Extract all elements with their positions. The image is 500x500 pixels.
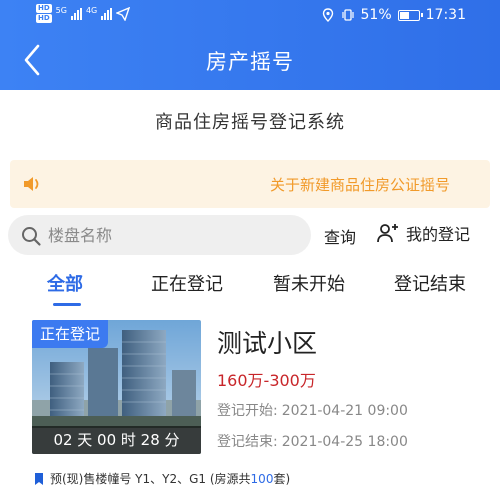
status-bar-right: 51% 17:31: [321, 7, 466, 23]
tab-not-started[interactable]: 暂未开始: [273, 270, 345, 296]
status-tabs: 全部 正在登记 暂未开始 登记结束: [0, 266, 500, 306]
query-button[interactable]: 查询: [324, 224, 356, 248]
tab-all[interactable]: 全部: [47, 270, 83, 296]
registration-end-row: 登记结束: 2021-04-25 18:00: [217, 431, 408, 451]
page-title: 房产摇号: [206, 50, 294, 74]
active-tab-indicator: [53, 303, 81, 306]
status-badge: 正在登记: [32, 320, 109, 348]
system-title: 商品住房摇号登记系统: [155, 112, 345, 133]
search-input[interactable]: [48, 223, 298, 247]
search-icon: [22, 227, 41, 246]
signal-icon: [101, 8, 113, 20]
registration-start-row: 登记开始: 2021-04-21 09:00: [217, 400, 408, 420]
battery-percent: 51%: [360, 7, 392, 23]
hd-badge: HD: [36, 14, 52, 23]
units-suffix: 套): [273, 472, 291, 486]
countdown-timer: 02 天 00 时 28 分: [32, 426, 201, 454]
send-icon: [116, 7, 131, 21]
battery-fill: [399, 11, 409, 19]
registration-start-value: 2021-04-21 09:00: [281, 403, 408, 419]
property-price: 160万-300万: [217, 371, 316, 390]
signal-icon: [70, 8, 82, 20]
notice-text[interactable]: 关于新建商品住房公证摇号: [270, 174, 450, 195]
my-registration-button[interactable]: 我的登记: [376, 221, 470, 245]
units-count: 100: [250, 472, 274, 486]
app-header: HD HD 5G 4G 51% 17:31 房产摇号: [0, 0, 500, 90]
my-registration-label: 我的登记: [406, 225, 471, 244]
clock: 17:31: [425, 7, 466, 23]
property-name[interactable]: 测试小区: [217, 324, 317, 360]
notice-bar[interactable]: 关于新建商品住房公证摇号: [10, 160, 490, 208]
listing-thumbnail[interactable]: 正在登记 02 天 00 时 28 分: [32, 320, 201, 454]
buildings-prefix: 预(现)售楼幢号 Y1、Y2、G1 (房源共: [50, 472, 251, 486]
tab-registering[interactable]: 正在登记: [151, 270, 223, 296]
building-info-text: 预(现)售楼幢号 Y1、Y2、G1 (房源共100套): [50, 470, 290, 487]
registration-end-value: 2021-04-25 18:00: [281, 434, 408, 450]
user-plus-icon: [377, 224, 398, 243]
search-box[interactable]: [8, 215, 311, 255]
registration-end-label: 登记结束:: [217, 434, 278, 450]
hd-badge: HD: [36, 4, 52, 13]
hd-indicators: HD HD: [36, 4, 52, 23]
network-4g-label: 4G: [85, 6, 98, 15]
registration-start-label: 登记开始:: [217, 403, 278, 419]
battery-icon: [397, 9, 423, 21]
building-info: 预(现)售楼幢号 Y1、Y2、G1 (房源共100套): [34, 470, 290, 487]
app-screen: HD HD 5G 4G 51% 17:31 房产摇号 商品住房摇号登记系统 关于…: [0, 0, 500, 500]
vibrate-icon: [341, 9, 354, 21]
status-bar: HD HD 5G 4G 51% 17:31: [0, 0, 500, 32]
tab-ended[interactable]: 登记结束: [394, 270, 466, 296]
speaker-icon: [24, 177, 39, 191]
network-5g-label: 5G: [55, 6, 67, 15]
bookmark-icon: [35, 472, 43, 485]
status-bar-left: HD HD 5G 4G: [36, 4, 131, 23]
listing-card[interactable]: 正在登记 02 天 00 时 28 分 测试小区 160万-300万 登记开始:…: [0, 318, 500, 500]
location-icon: [322, 8, 333, 22]
